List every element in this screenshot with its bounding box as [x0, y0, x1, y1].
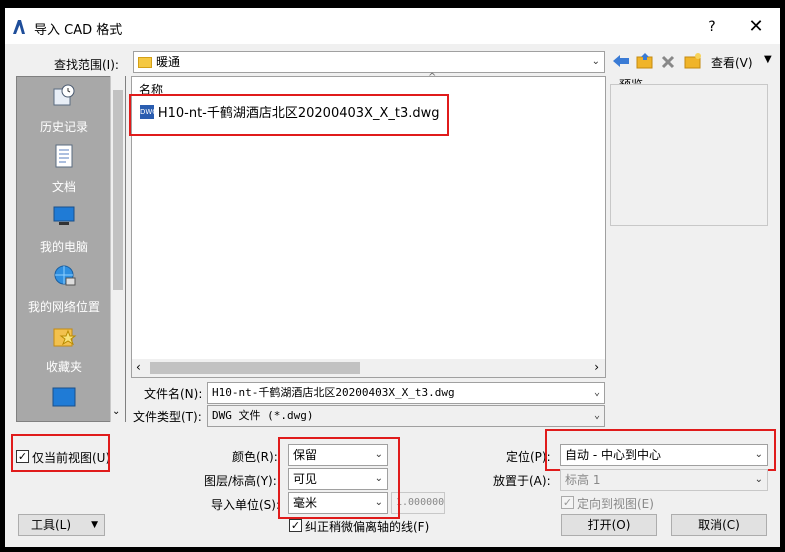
layers-label: 图层/标高(Y): — [204, 474, 277, 488]
place-label: 文档 — [51, 180, 76, 194]
filename-value: H10-nt-千鹤湖酒店北区20200403X_X_t3.dwg — [212, 386, 455, 399]
units-label: 导入单位(S): — [211, 498, 281, 512]
place-network[interactable]: 我的网络位置 — [17, 263, 111, 315]
place-desktop[interactable] — [17, 385, 111, 420]
desktop-icon — [52, 387, 76, 407]
place-at-value: 标高 1 — [565, 473, 601, 487]
tools-label: 工具(L) — [31, 518, 72, 532]
place-at-label: 放置于(A): — [493, 474, 551, 488]
documents-icon — [55, 144, 73, 168]
scroll-left-icon[interactable]: ‹ — [136, 360, 141, 374]
favorites-icon — [53, 328, 77, 347]
help-button[interactable]: ? — [700, 16, 724, 38]
window-frame-right — [780, 0, 785, 552]
cancel-button[interactable]: 取消(C) — [671, 514, 767, 536]
filetype-value: DWG 文件 (*.dwg) — [212, 409, 314, 422]
window-frame-top — [0, 0, 785, 8]
filename-label: 文件名(N): — [144, 387, 203, 401]
back-arrow-icon[interactable] — [612, 53, 630, 69]
place-label: 我的电脑 — [39, 240, 88, 254]
new-folder-icon[interactable] — [684, 52, 702, 70]
chevron-down-icon: ⌄ — [754, 474, 763, 485]
orient-to-view-checkbox[interactable]: ✓ — [561, 496, 574, 509]
place-history[interactable]: 历史记录 — [17, 83, 111, 135]
view-menu[interactable]: 查看(V) — [711, 54, 753, 71]
history-icon — [53, 84, 75, 106]
correct-lines-checkbox[interactable]: ✓ — [289, 519, 302, 532]
place-computer[interactable]: 我的电脑 — [17, 203, 111, 255]
place-at-combo[interactable]: 标高 1 ⌄ — [560, 469, 768, 491]
preview-area — [610, 84, 768, 226]
network-icon — [54, 265, 76, 286]
caret-down-icon: ▼ — [91, 520, 98, 530]
place-label: 收藏夹 — [45, 360, 82, 374]
window-frame-bottom — [0, 547, 785, 552]
place-label: 我的网络位置 — [27, 300, 100, 314]
scrollbar-thumb[interactable] — [113, 90, 123, 290]
highlight-box-import-options — [278, 437, 400, 519]
close-button[interactable]: ✕ — [740, 16, 772, 38]
window-title: 导入 CAD 格式 — [34, 23, 123, 38]
orient-to-view-label: 定向到视图(E) — [577, 497, 654, 511]
lookin-folder: 暖通 — [156, 55, 181, 69]
chevron-down-icon: ⌄ — [593, 387, 600, 398]
chevron-down-icon: ⌄ — [591, 56, 600, 67]
chevron-down-icon[interactable]: ⌄ — [112, 406, 120, 417]
file-list-hscrollbar[interactable]: ‹ › — [132, 359, 605, 377]
scrollbar-thumb[interactable] — [150, 362, 360, 374]
delete-icon[interactable] — [660, 54, 676, 70]
open-button[interactable]: 打开(O) — [561, 514, 657, 536]
filetype-label: 文件类型(T): — [133, 410, 202, 424]
place-documents[interactable]: 文档 — [17, 143, 111, 195]
place-favorites[interactable]: 收藏夹 — [17, 323, 111, 375]
highlight-box-positioning — [545, 429, 776, 471]
chevron-down-icon: ⌄ — [593, 410, 600, 421]
tools-button[interactable]: 工具(L) ▼ — [18, 514, 105, 536]
computer-icon — [53, 206, 75, 225]
folder-icon — [138, 57, 152, 68]
sort-indicator-icon: ^ — [428, 72, 437, 83]
revit-app-icon — [13, 20, 25, 34]
lookin-label: 查找范围(I): — [54, 58, 119, 72]
highlight-box-file — [129, 94, 449, 136]
scroll-right-icon[interactable]: › — [594, 360, 599, 374]
correct-lines-label: 纠正稍微偏离轴的线(F) — [305, 520, 430, 534]
places-scrollbar[interactable]: ⌄ — [110, 76, 125, 422]
place-label: 历史记录 — [39, 120, 88, 134]
caret-down-icon[interactable]: ▼ — [764, 54, 772, 65]
up-folder-icon[interactable] — [636, 52, 654, 70]
positioning-label: 定位(P): — [506, 450, 551, 464]
color-label: 颜色(R): — [232, 450, 278, 464]
filename-combo[interactable]: H10-nt-千鹤湖酒店北区20200403X_X_t3.dwg ⌄ — [207, 382, 605, 404]
lookin-combo[interactable]: 暖通 ⌄ — [133, 51, 605, 73]
filetype-combo[interactable]: DWG 文件 (*.dwg) ⌄ — [207, 405, 605, 427]
highlight-box-current-view — [11, 434, 110, 472]
